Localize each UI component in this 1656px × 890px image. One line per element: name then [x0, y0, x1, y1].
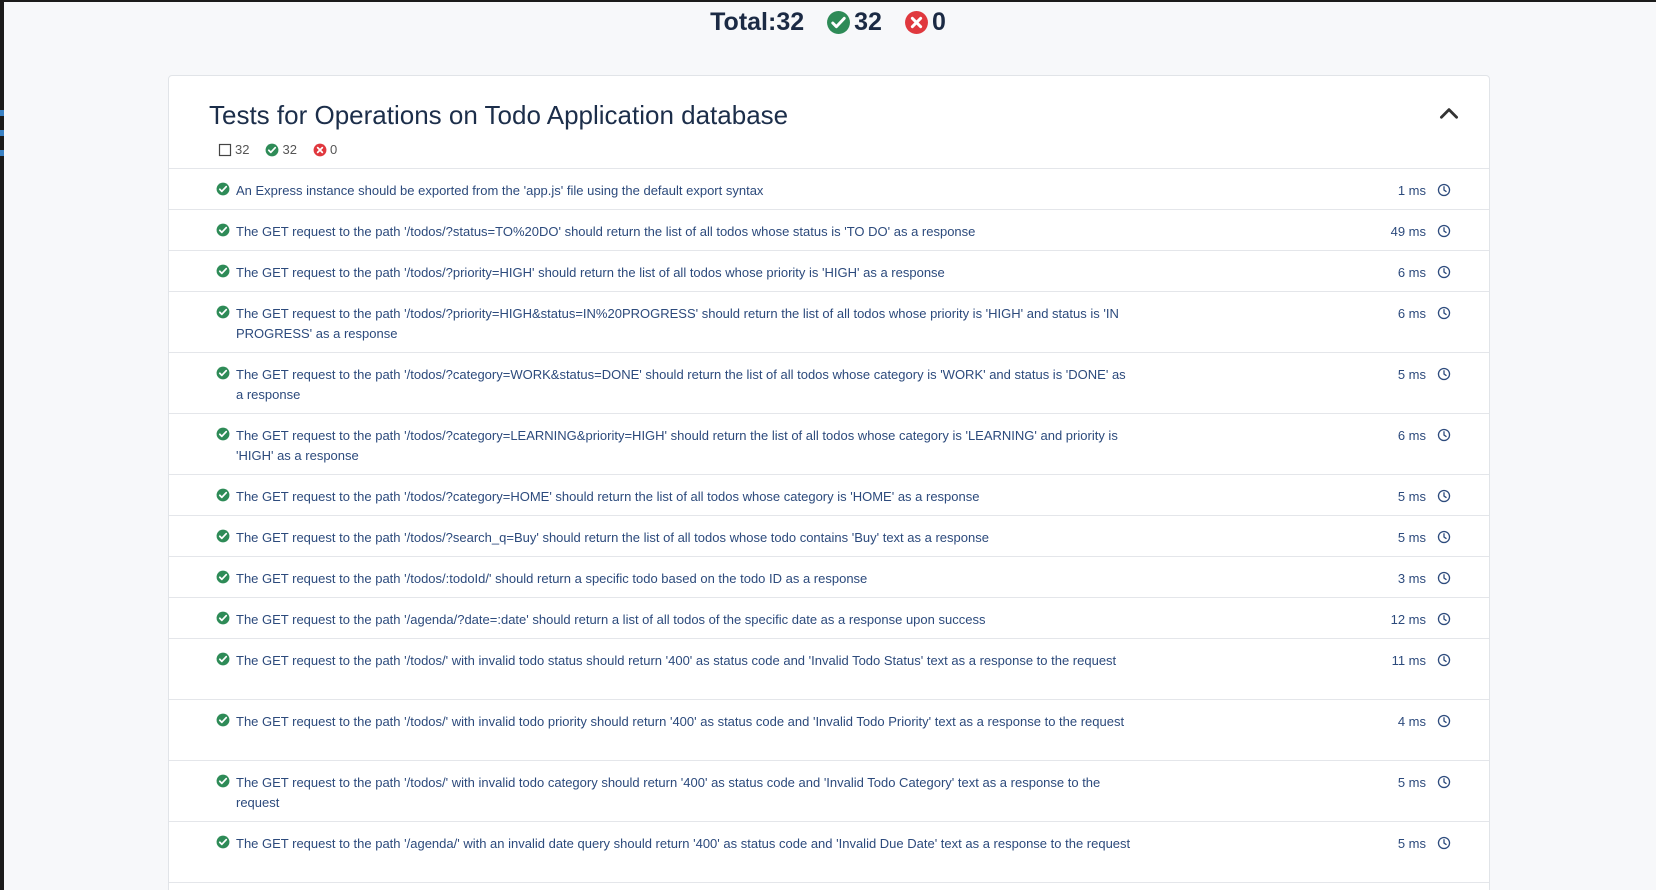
test-title[interactable]: The GET request to the path '/agenda/' w… — [236, 834, 1136, 854]
test-title[interactable]: The GET request to the path '/todos/?pri… — [236, 263, 1136, 283]
check-circle-icon — [826, 10, 851, 35]
suite-passed-count: 32 — [282, 142, 297, 157]
test-row[interactable]: The GET request to the path '/todos/?cat… — [169, 353, 1489, 414]
suite-stats: 32 32 0 — [218, 142, 337, 157]
x-circle-icon — [904, 10, 929, 35]
check-circle-icon — [216, 488, 230, 502]
check-circle-icon — [216, 774, 230, 788]
summary-total: Total:32 — [710, 8, 804, 37]
test-row[interactable]: The GET request to the path '/todos/?cat… — [169, 414, 1489, 475]
check-circle-icon — [216, 264, 230, 278]
check-circle-icon — [216, 529, 230, 543]
check-circle-icon — [216, 182, 230, 196]
check-circle-icon — [216, 366, 230, 380]
test-title[interactable]: An Express instance should be exported f… — [236, 181, 1136, 201]
check-circle-icon — [216, 713, 230, 727]
test-row[interactable]: An Express instance should be exported f… — [169, 169, 1489, 210]
chevron-up-icon — [1436, 101, 1462, 132]
test-duration: 5 ms — [1397, 775, 1426, 790]
test-suite-card: Tests for Operations on Todo Application… — [168, 75, 1490, 890]
test-title[interactable]: The GET request to the path '/todos/?cat… — [236, 365, 1136, 405]
check-circle-icon — [216, 570, 230, 584]
x-circle-icon — [313, 143, 327, 157]
report-page: Total:32 32 0 Tests for Operations on To… — [0, 0, 1656, 890]
summary-bar: Total:32 32 0 — [0, 6, 1656, 38]
test-duration: 49 ms — [1390, 224, 1426, 239]
test-list: An Express instance should be exported f… — [169, 169, 1489, 883]
check-circle-icon — [265, 143, 279, 157]
clock-icon — [1437, 775, 1451, 789]
clock-icon — [1437, 428, 1451, 442]
test-duration: 6 ms — [1397, 428, 1426, 443]
test-duration: 3 ms — [1397, 571, 1426, 586]
test-duration: 4 ms — [1397, 714, 1426, 729]
test-duration: 6 ms — [1397, 265, 1426, 280]
clock-icon — [1437, 714, 1451, 728]
test-duration: 5 ms — [1397, 367, 1426, 382]
summary-passed[interactable]: 32 — [826, 8, 882, 37]
suite-passed-stat[interactable]: 32 — [265, 142, 297, 157]
test-row[interactable]: The GET request to the path '/agenda/?da… — [169, 598, 1489, 639]
window-top-border — [0, 0, 1656, 2]
test-row[interactable]: The GET request to the path '/todos/' wi… — [169, 700, 1489, 761]
clock-icon — [1437, 224, 1451, 238]
test-row[interactable]: The GET request to the path '/todos/?pri… — [169, 251, 1489, 292]
check-circle-icon — [216, 652, 230, 666]
test-row[interactable]: The GET request to the path '/todos/?cat… — [169, 475, 1489, 516]
test-title[interactable]: The GET request to the path '/todos/?sta… — [236, 222, 1136, 242]
test-duration: 5 ms — [1397, 489, 1426, 504]
test-duration: 11 ms — [1391, 653, 1426, 668]
suite-total-count: 32 — [235, 142, 250, 157]
square-icon — [218, 143, 232, 157]
test-row[interactable]: The GET request to the path '/todos/:tod… — [169, 557, 1489, 598]
test-duration: 12 ms — [1390, 612, 1426, 627]
suite-title: Tests for Operations on Todo Application… — [209, 100, 789, 130]
clock-icon — [1437, 306, 1451, 320]
summary-total-label: Total:32 — [710, 7, 805, 36]
clock-icon — [1437, 265, 1451, 279]
summary-passed-count: 32 — [854, 7, 882, 36]
test-title[interactable]: The GET request to the path '/todos/?cat… — [236, 487, 1136, 507]
test-duration: 6 ms — [1397, 306, 1426, 321]
test-title[interactable]: The GET request to the path '/todos/:tod… — [236, 569, 1136, 589]
summary-failed[interactable]: 0 — [904, 8, 946, 37]
clock-icon — [1437, 571, 1451, 585]
clock-icon — [1437, 489, 1451, 503]
test-duration: 1 ms — [1397, 183, 1426, 198]
test-row[interactable]: The GET request to the path '/agenda/' w… — [169, 822, 1489, 883]
test-row[interactable]: The GET request to the path '/todos/' wi… — [169, 639, 1489, 700]
test-duration: 5 ms — [1397, 530, 1426, 545]
test-title[interactable]: The GET request to the path '/todos/?sea… — [236, 528, 1136, 548]
check-circle-icon — [216, 427, 230, 441]
check-circle-icon — [216, 611, 230, 625]
test-duration: 5 ms — [1397, 836, 1426, 851]
clock-icon — [1437, 612, 1451, 626]
suite-header: Tests for Operations on Todo Application… — [169, 76, 1489, 169]
test-row[interactable]: The GET request to the path '/todos/?sea… — [169, 516, 1489, 557]
test-row[interactable]: The GET request to the path '/todos/?pri… — [169, 292, 1489, 353]
test-title[interactable]: The GET request to the path '/todos/?pri… — [236, 304, 1136, 344]
summary-failed-count: 0 — [931, 7, 946, 36]
test-title[interactable]: The GET request to the path '/todos/' wi… — [236, 712, 1136, 732]
window-edge-markers — [0, 110, 4, 190]
clock-icon — [1437, 530, 1451, 544]
clock-icon — [1437, 367, 1451, 381]
check-circle-icon — [216, 223, 230, 237]
test-title[interactable]: The GET request to the path '/todos/' wi… — [236, 773, 1136, 813]
clock-icon — [1437, 183, 1451, 197]
test-row[interactable]: The GET request to the path '/todos/?sta… — [169, 210, 1489, 251]
test-title[interactable]: The GET request to the path '/todos/?cat… — [236, 426, 1136, 466]
check-circle-icon — [216, 305, 230, 319]
test-title[interactable]: The GET request to the path '/todos/' wi… — [236, 651, 1136, 671]
suite-failed-stat[interactable]: 0 — [313, 142, 337, 157]
test-title[interactable]: The GET request to the path '/agenda/?da… — [236, 610, 1136, 630]
check-circle-icon — [216, 835, 230, 849]
clock-icon — [1437, 653, 1451, 667]
suite-total-stat[interactable]: 32 — [218, 142, 249, 157]
clock-icon — [1437, 836, 1451, 850]
suite-failed-count: 0 — [329, 142, 338, 157]
collapse-button[interactable] — [1435, 102, 1463, 130]
test-row[interactable]: The GET request to the path '/todos/' wi… — [169, 761, 1489, 822]
